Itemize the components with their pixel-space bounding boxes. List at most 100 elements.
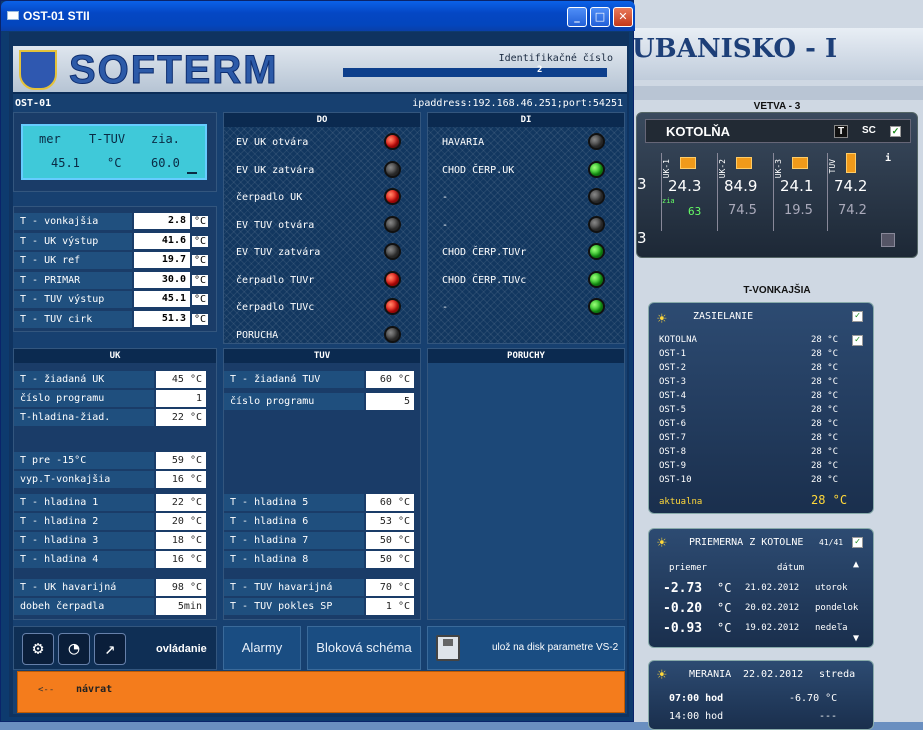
zasielanie-checkbox[interactable]: ✓ [852, 311, 863, 322]
zasielanie-name: KOTOLNA [659, 335, 697, 345]
tuv-value[interactable]: 50 °C [366, 551, 414, 568]
zasielanie-name: OST-10 [659, 475, 692, 485]
uk-value[interactable]: 22 °C [156, 494, 206, 511]
save-params-button[interactable]: ulož na disk parametre VS-2 [427, 626, 625, 670]
temp-unit: °C [192, 274, 209, 286]
priemer-unit: °C [717, 601, 732, 615]
kotolna-bar[interactable]: KOTOLŇA T SC ✓ [645, 119, 911, 143]
window-icon [7, 11, 19, 20]
zasielanie-value: 28 °C [811, 377, 839, 387]
zasielanie-name: OST-3 [659, 377, 687, 387]
priemerna-title: PRIEMERNA Z KOTOLNE [689, 537, 804, 548]
window-title: OST-01 STII [23, 9, 90, 23]
zasielanie-value: 28 °C [811, 349, 839, 359]
col-priemer: priemer [669, 563, 707, 573]
uk-value[interactable]: 45 °C [156, 371, 206, 388]
tuv-label: T - TUV pokles SP [230, 601, 333, 612]
chart-trend-icon[interactable]: ↗ [94, 633, 126, 665]
close-button[interactable]: ✕ [613, 7, 633, 27]
col-datum: dátum [777, 563, 805, 573]
temperature-list: T - vonkajšia 2.8 °C T - UK výstup 41.6 °C T -… [13, 206, 217, 332]
status-led [588, 243, 605, 260]
uk-value[interactable]: 1 [156, 390, 206, 407]
scroll-up-icon[interactable]: ▲ [853, 559, 859, 570]
temp-value: 19.7 [134, 252, 190, 268]
kotolna-send-checkbox[interactable]: ✓ [852, 335, 863, 346]
di-label: - [442, 219, 449, 231]
coat-of-arms-logo [19, 50, 57, 90]
uk-value[interactable]: 16 °C [156, 551, 206, 568]
di-panel: DI HAVARIA CHOD ČERP.UK - - CHOD ČERP.TUVr CH… [427, 112, 625, 344]
do-label: EV TUV otvára [236, 219, 315, 231]
do-title: DO [224, 113, 420, 127]
priemer-day: pondelok [815, 603, 859, 613]
status-led [588, 188, 605, 205]
info-icon[interactable]: i [885, 153, 891, 164]
settings-gears-icon[interactable]: ⚙ [22, 633, 54, 665]
vetva-panel[interactable]: KOTOLŇA T SC ✓ UK-1 24.3 63 zia UK-2 84.… [636, 112, 918, 258]
gauge-icon[interactable]: ◔ [58, 633, 90, 665]
priemerna-checkbox[interactable]: ✓ [852, 537, 863, 548]
alarmy-button[interactable]: Alarmy [223, 626, 301, 670]
priemer-day: utorok [815, 583, 848, 593]
status-led [384, 215, 401, 233]
back-arrow-icon: <-- [38, 685, 55, 695]
title-bar[interactable]: OST-01 STII _ □ ✕ [1, 1, 635, 31]
uk-value[interactable]: 5min [156, 598, 206, 615]
tuv-value[interactable]: 60 °C [366, 494, 414, 511]
uk-label: T pre -15°C [20, 455, 87, 466]
tuv-label: číslo programu [230, 396, 315, 407]
zasielanie-name: OST-9 [659, 461, 687, 471]
uk-value[interactable]: 98 °C [156, 579, 206, 596]
zasielanie-name: OST-4 [659, 391, 687, 401]
temp-unit: °C [192, 255, 209, 266]
tuv-value[interactable]: 53 °C [366, 513, 414, 530]
status-led [384, 298, 401, 315]
navrat-bar[interactable]: <-- návrat [17, 671, 625, 713]
tuv-value[interactable]: 70 °C [366, 579, 414, 596]
status-led [588, 215, 605, 233]
close-small-icon[interactable] [881, 233, 895, 247]
uk-title: UK [14, 349, 216, 363]
kotolna-t-button[interactable]: T [834, 125, 849, 138]
minimize-button[interactable]: _ [567, 7, 587, 27]
temp-value: 30.0 [134, 271, 190, 288]
tuv-value[interactable]: 60 °C [366, 371, 414, 388]
tuv-value[interactable]: 5 [366, 393, 414, 410]
status-led [384, 243, 401, 260]
merania-date: 22.02.2012 [743, 669, 804, 680]
do-label: čerpadlo TUVc [236, 302, 315, 313]
save-params-label: ulož na disk parametre VS-2 [492, 642, 619, 653]
background-title: UBANISKO - I [632, 34, 838, 64]
zasielanie-value: 28 °C [811, 433, 839, 443]
status-led [588, 133, 605, 150]
tuv-panel: TUV T - žiadaná TUV 60 °C číslo programu 5 T… [223, 348, 421, 620]
kotolna-checkbox[interactable]: ✓ [890, 126, 901, 137]
priemer-temp: -2.73 [663, 581, 703, 596]
temp-unit: °C [192, 294, 209, 305]
uk-value[interactable]: 16 °C [156, 471, 206, 488]
zasielanie-name: OST-8 [659, 447, 687, 457]
aktualna-label: aktualna [659, 497, 703, 507]
uk-value[interactable]: 59 °C [156, 452, 206, 469]
temp-value: 51.3 [134, 310, 190, 327]
zasielanie-name: OST-5 [659, 405, 687, 415]
temp-label: T - UK výstup [20, 235, 99, 247]
tuv-value[interactable]: 50 °C [366, 532, 414, 549]
temp-unit: °C [192, 216, 209, 227]
zasielanie-name: OST-7 [659, 433, 687, 443]
temp-unit: °C [192, 235, 209, 247]
blokova-schema-button[interactable]: Bloková schéma [307, 626, 421, 670]
device-name: OST-01 [15, 98, 52, 109]
temp-value: 45.1 [134, 291, 190, 307]
scroll-down-icon[interactable]: ▼ [853, 633, 859, 644]
side-icons[interactable]: i [881, 153, 911, 253]
merania-time: 07:00 hod [669, 693, 724, 704]
maximize-button[interactable]: □ [590, 7, 610, 27]
partial-value: 3 [637, 175, 647, 193]
uk-value[interactable]: 22 °C [156, 409, 206, 426]
tuv-value[interactable]: 1 °C [366, 598, 414, 615]
uk-value[interactable]: 20 °C [156, 513, 206, 530]
uk-value[interactable]: 18 °C [156, 532, 206, 549]
tuv-title: TUV [224, 349, 420, 363]
